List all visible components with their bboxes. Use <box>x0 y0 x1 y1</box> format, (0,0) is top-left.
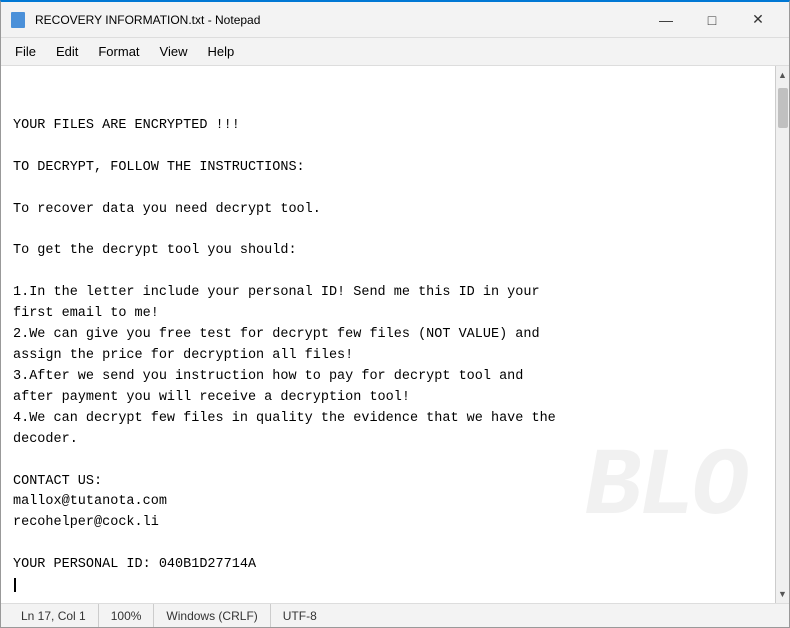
scroll-down-button[interactable]: ▼ <box>776 585 790 603</box>
app-icon <box>9 11 27 29</box>
menu-view[interactable]: View <box>150 40 198 63</box>
scroll-thumb[interactable] <box>778 88 788 128</box>
vertical-scrollbar[interactable]: ▲ ▼ <box>775 66 789 603</box>
menu-file[interactable]: File <box>5 40 46 63</box>
menu-format[interactable]: Format <box>88 40 149 63</box>
text-editor[interactable]: YOUR FILES ARE ENCRYPTED !!! TO DECRYPT,… <box>1 66 775 603</box>
notepad-window: RECOVERY INFORMATION.txt - Notepad — □ ✕… <box>0 0 790 628</box>
line-ending: Windows (CRLF) <box>154 604 270 627</box>
text-block: YOUR FILES ARE ENCRYPTED !!! TO DECRYPT,… <box>13 116 763 576</box>
maximize-button[interactable]: □ <box>689 2 735 38</box>
scroll-track[interactable] <box>776 84 789 585</box>
close-button[interactable]: ✕ <box>735 2 781 38</box>
status-bar: Ln 17, Col 1 100% Windows (CRLF) UTF-8 <box>1 603 789 627</box>
minimize-button[interactable]: — <box>643 2 689 38</box>
encoding: UTF-8 <box>271 604 329 627</box>
window-title: RECOVERY INFORMATION.txt - Notepad <box>35 13 643 27</box>
text-cursor <box>14 578 16 592</box>
title-bar: RECOVERY INFORMATION.txt - Notepad — □ ✕ <box>1 2 789 38</box>
menu-bar: File Edit Format View Help <box>1 38 789 66</box>
menu-help[interactable]: Help <box>197 40 244 63</box>
zoom-level: 100% <box>99 604 155 627</box>
cursor-position: Ln 17, Col 1 <box>9 604 99 627</box>
scroll-up-button[interactable]: ▲ <box>776 66 790 84</box>
content-area: YOUR FILES ARE ENCRYPTED !!! TO DECRYPT,… <box>1 66 789 603</box>
window-controls: — □ ✕ <box>643 2 781 38</box>
menu-edit[interactable]: Edit <box>46 40 88 63</box>
